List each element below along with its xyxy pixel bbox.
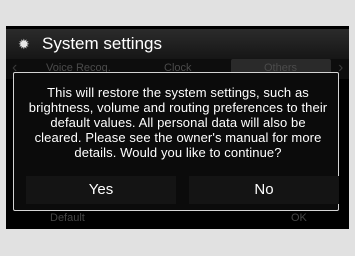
confirm-dialog: This will restore the system settings, s… bbox=[13, 72, 339, 211]
page-title: System settings bbox=[42, 34, 162, 53]
yes-button[interactable]: Yes bbox=[26, 176, 176, 204]
default-button[interactable]: Default bbox=[50, 211, 85, 225]
title-bar: ✹ System settings bbox=[6, 29, 349, 59]
ok-button[interactable]: OK bbox=[291, 211, 307, 225]
bottom-bar: Default OK bbox=[6, 208, 349, 228]
dialog-message: This will restore the system settings, s… bbox=[28, 85, 328, 160]
no-button[interactable]: No bbox=[189, 176, 339, 204]
gear-icon: ✹ bbox=[18, 36, 30, 52]
